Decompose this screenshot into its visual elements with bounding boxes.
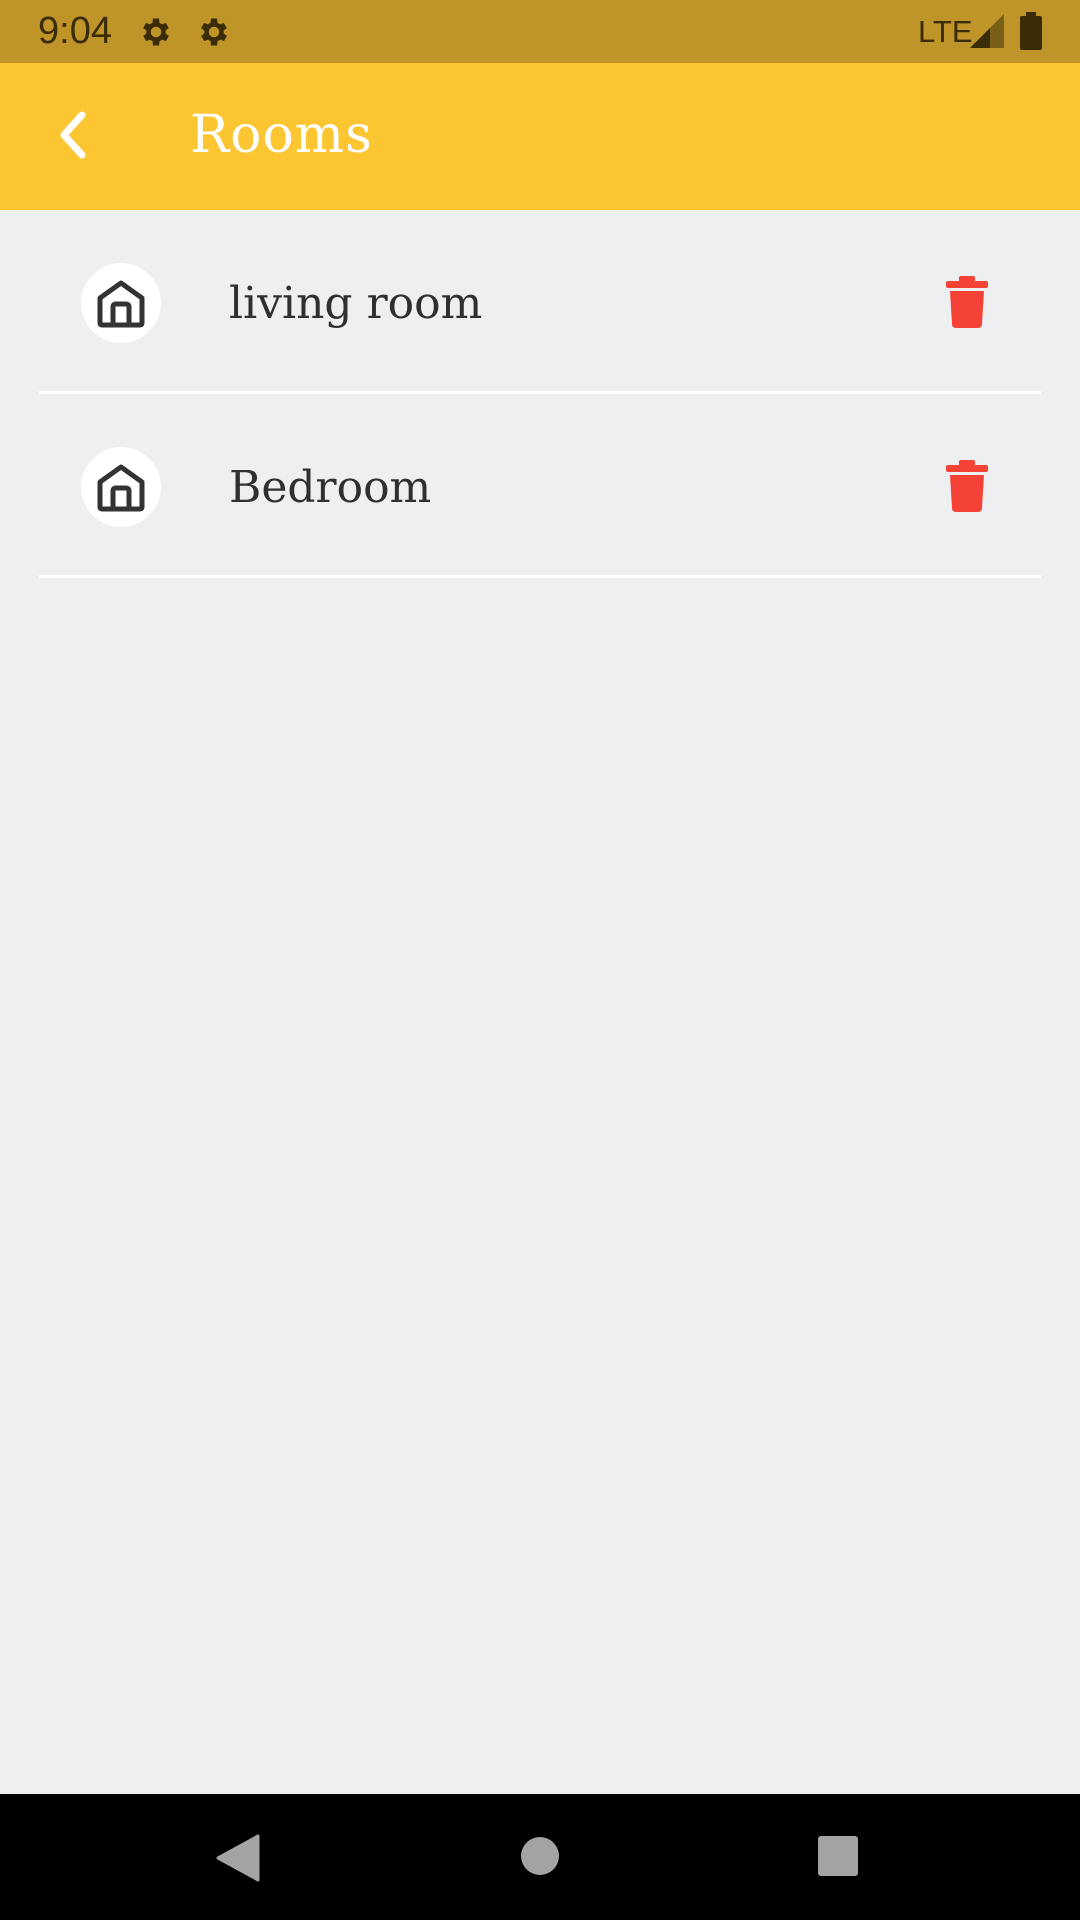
gear-icon: [143, 18, 169, 46]
divider: [39, 575, 1041, 578]
back-triangle-icon[interactable]: [216, 1834, 260, 1882]
home-icon: [97, 464, 145, 512]
list-item[interactable]: living room: [0, 210, 1080, 394]
avatar: [81, 263, 161, 343]
list-item[interactable]: Bedroom: [0, 394, 1080, 578]
battery-icon: [1020, 12, 1042, 50]
gear-icon: [201, 18, 227, 46]
signal-icon: [970, 14, 1004, 48]
screen: 9:04 LTE Rooms living room Bedroom: [0, 0, 1080, 1920]
status-time: 9:04: [38, 10, 112, 52]
trash-icon[interactable]: [940, 458, 994, 512]
recents-square-icon[interactable]: [818, 1836, 858, 1876]
room-name: Bedroom: [229, 462, 432, 513]
trash-icon[interactable]: [940, 274, 994, 328]
status-bar: 9:04 LTE: [0, 0, 1080, 63]
avatar: [81, 447, 161, 527]
app-bar: Rooms: [0, 63, 1080, 210]
network-type: LTE: [918, 14, 973, 49]
navigation-bar: [0, 1794, 1080, 1920]
home-icon: [97, 280, 145, 328]
chevron-left-icon[interactable]: [44, 103, 108, 167]
room-list: living room Bedroom: [0, 210, 1080, 578]
home-circle-icon[interactable]: [520, 1836, 560, 1876]
room-name: living room: [229, 278, 483, 329]
page-title: Rooms: [190, 105, 373, 165]
